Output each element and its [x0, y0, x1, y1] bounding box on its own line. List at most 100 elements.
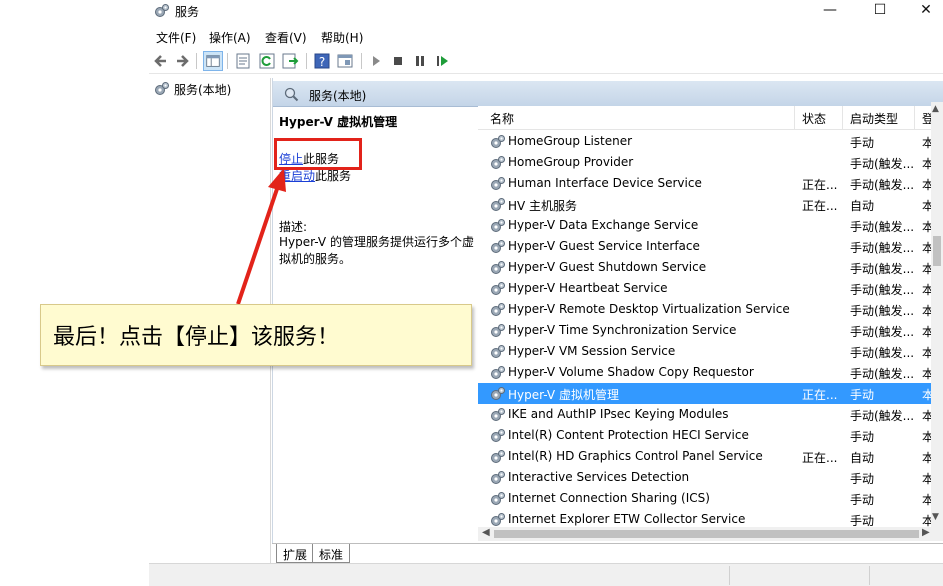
tab-extended[interactable]: 扩展 — [276, 544, 315, 563]
service-row[interactable]: HV 主机服务 正在... 自动本 — [478, 194, 934, 215]
service-name: Hyper-V Guest Shutdown Service — [508, 260, 707, 274]
service-row[interactable]: Hyper-V 虚拟机管理 正在... 手动本 — [478, 383, 934, 404]
list-header: ^ 名称 状态 启动类型 登 — [478, 106, 943, 130]
service-status: 正在... — [802, 451, 838, 465]
service-row[interactable]: Hyper-V Guest Service Interface 手动(触发... 本 — [478, 236, 934, 257]
view-tabs: 扩展 标准 — [272, 543, 943, 563]
service-gear-icon — [491, 450, 505, 463]
close-button[interactable]: ✕ — [903, 0, 943, 22]
service-row[interactable]: IKE and AuthIP IPsec Keying Modules 手动(触发… — [478, 404, 934, 425]
service-name: HomeGroup Provider — [508, 155, 634, 169]
scroll-left-icon[interactable]: ◀ — [482, 527, 490, 538]
service-gear-icon — [491, 219, 505, 232]
service-name: Hyper-V Remote Desktop Virtualization Se… — [508, 302, 790, 316]
help-icon[interactable]: ? — [312, 51, 332, 71]
services-rows: HomeGroup Listener 手动本 HomeGroup Provider 手… — [478, 131, 934, 530]
service-startup-type: 手动(触发... — [850, 262, 915, 276]
hscroll-thumb[interactable] — [494, 530, 919, 538]
service-gear-icon — [491, 345, 505, 358]
tree-item-services-local[interactable]: 服务(本地) — [151, 80, 234, 98]
service-name: Internet Explorer ETW Collector Service — [508, 512, 746, 526]
menu-action[interactable]: 操作(A) — [209, 29, 251, 46]
tab-standard[interactable]: 标准 — [312, 544, 351, 563]
service-row[interactable]: Intel(R) Content Protection HECI Service… — [478, 425, 934, 446]
status-bar — [149, 563, 943, 586]
service-name: Hyper-V Data Exchange Service — [508, 218, 699, 232]
service-startup-type: 手动(触发... — [850, 178, 915, 192]
restart-icon[interactable] — [432, 51, 452, 71]
properties-icon[interactable] — [233, 51, 253, 71]
instruction-callout: 最后！点击【停止】该服务！ — [40, 304, 472, 366]
description-label: 描述: — [279, 220, 308, 234]
pause-icon[interactable] — [410, 51, 430, 71]
column-name[interactable]: 名称 — [490, 110, 514, 127]
service-name: HomeGroup Listener — [508, 134, 633, 148]
service-row[interactable]: Human Interface Device Service 正在... 手动(触发… — [478, 173, 934, 194]
back-icon[interactable] — [151, 51, 171, 71]
service-row[interactable]: Internet Connection Sharing (ICS) 手动本 — [478, 488, 934, 509]
service-startup-type: 手动 — [850, 388, 875, 402]
service-row[interactable]: Intel(R) HD Graphics Control Panel Servi… — [478, 446, 934, 467]
scroll-thumb[interactable] — [933, 236, 941, 266]
scroll-down-icon[interactable]: ▼ — [932, 512, 939, 522]
service-gear-icon — [491, 513, 505, 526]
service-startup-type: 手动(触发... — [850, 409, 915, 423]
service-row[interactable]: Interactive Services Detection 手动本 — [478, 467, 934, 488]
title-bar: 服务 — ☐ ✕ — [149, 0, 943, 22]
service-name: Hyper-V Volume Shadow Copy Requestor — [508, 365, 754, 379]
service-startup-type: 手动(触发... — [850, 283, 915, 297]
service-row[interactable]: Hyper-V VM Session Service 手动(触发... 本 — [478, 341, 934, 362]
services-gear-icon — [155, 82, 169, 95]
service-startup-type: 手动(触发... — [850, 157, 915, 171]
service-startup-type: 手动 — [850, 430, 875, 444]
forward-icon[interactable] — [172, 51, 192, 71]
service-name: Hyper-V 虚拟机管理 — [508, 388, 619, 402]
service-row[interactable]: Hyper-V Time Synchronization Service 手动(触… — [478, 320, 934, 341]
service-row[interactable]: HomeGroup Provider 手动(触发... 本 — [478, 152, 934, 173]
show-tree-icon[interactable] — [203, 51, 223, 71]
service-startup-type: 手动(触发... — [850, 367, 915, 381]
service-row[interactable]: Hyper-V Data Exchange Service 手动(触发... 本 — [478, 215, 934, 236]
service-startup-type: 手动 — [850, 493, 875, 507]
vertical-scrollbar[interactable]: ▲ ▼ — [931, 102, 943, 528]
maximize-button[interactable]: ☐ — [857, 0, 903, 22]
minimize-button[interactable]: — — [807, 0, 853, 22]
tree-item-label: 服务(本地) — [174, 82, 232, 97]
service-name: Hyper-V Time Synchronization Service — [508, 323, 737, 337]
scroll-right-icon[interactable]: ▶ — [922, 527, 930, 538]
console-icon[interactable] — [335, 51, 355, 71]
column-startup-type[interactable]: 启动类型 — [850, 110, 898, 127]
service-row[interactable]: Hyper-V Volume Shadow Copy Requestor 手动(触… — [478, 362, 934, 383]
service-name: Hyper-V VM Session Service — [508, 344, 676, 358]
start-icon[interactable] — [366, 51, 386, 71]
svg-text:?: ? — [319, 55, 325, 69]
refresh-icon[interactable] — [257, 51, 277, 71]
column-status[interactable]: 状态 — [802, 110, 826, 127]
service-startup-type: 手动 — [850, 136, 875, 150]
service-gear-icon — [491, 240, 505, 253]
service-startup-type: 自动 — [850, 199, 875, 213]
service-row[interactable]: Hyper-V Guest Shutdown Service 手动(触发... 本 — [478, 257, 934, 278]
service-startup-type: 手动(触发... — [850, 304, 915, 318]
menu-file[interactable]: 文件(F) — [156, 29, 196, 46]
menu-view[interactable]: 查看(V) — [265, 29, 307, 46]
export-icon[interactable] — [280, 51, 300, 71]
service-name: Interactive Services Detection — [508, 470, 690, 484]
service-gear-icon — [491, 156, 505, 169]
callout-text: 最后！点击【停止】该服务！ — [53, 325, 340, 350]
service-row[interactable]: Hyper-V Heartbeat Service 手动(触发... 本 — [478, 278, 934, 299]
service-row[interactable]: HomeGroup Listener 手动本 — [478, 131, 934, 152]
stop-icon[interactable] — [388, 51, 408, 71]
description-text: Hyper-V 的管理服务提供运行多个虚拟机的服务。 — [279, 235, 474, 266]
content-header-title: 服务(本地) — [309, 89, 367, 103]
restart-link[interactable]: 重启动 — [279, 169, 315, 183]
restart-link-suffix: 此服务 — [315, 169, 352, 183]
service-name: Intel(R) Content Protection HECI Service — [508, 428, 749, 442]
service-name: IKE and AuthIP IPsec Keying Modules — [508, 407, 729, 421]
horizontal-scrollbar[interactable]: ◀ ▶ — [478, 527, 943, 541]
service-row[interactable]: Hyper-V Remote Desktop Virtualization Se… — [478, 299, 934, 320]
service-name: Hyper-V Heartbeat Service — [508, 281, 668, 295]
scroll-up-icon[interactable]: ▲ — [932, 104, 939, 114]
service-gear-icon — [491, 387, 505, 400]
menu-help[interactable]: 帮助(H) — [321, 29, 363, 46]
